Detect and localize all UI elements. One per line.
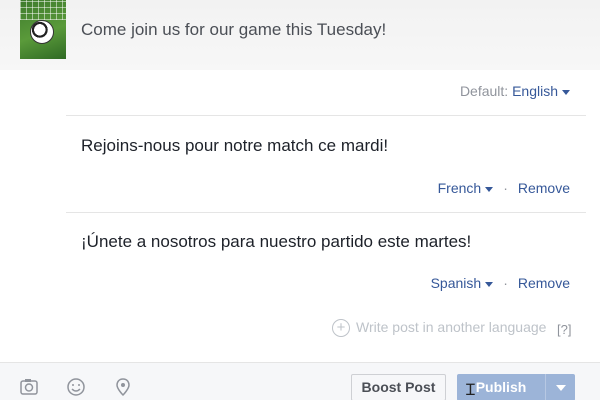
translation-meta-french: French · Remove [438,180,570,196]
translation-text-spanish[interactable]: ¡Únete a nosotros para nuestro partido e… [81,232,471,252]
language-select-label: French [437,180,482,196]
divider [66,212,586,213]
text-cursor-icon: Ɪ [466,380,475,399]
chevron-down-icon [556,385,566,391]
add-language-link[interactable]: + Write post in another language [332,319,547,338]
default-language-select[interactable]: English [512,83,570,99]
composer-footer: Boost Post Publish [0,362,600,400]
default-language-value: English [512,83,558,99]
avatar [20,0,66,59]
remove-translation-button[interactable]: Remove [518,180,570,196]
separator-dot: · [503,275,508,291]
publish-options-dropdown[interactable] [545,374,575,400]
soccer-ball-icon [30,20,54,44]
divider [66,115,586,116]
translation-text-french[interactable]: Rejoins-nous pour notre match ce mardi! [81,136,388,156]
chevron-down-icon [485,186,494,192]
language-select-label: Spanish [430,275,482,291]
camera-icon[interactable] [19,377,39,397]
composer-header: Come join us for our game this Tuesday! [0,0,600,70]
smiley-icon[interactable] [66,377,86,397]
help-link[interactable]: [?] [557,322,571,337]
boost-post-button[interactable]: Boost Post [351,374,446,400]
soccer-net-graphic [20,0,66,20]
default-language-label: Default: [459,83,509,99]
post-text-input[interactable]: Come join us for our game this Tuesday! [81,20,386,40]
language-select-french[interactable]: French [438,180,494,196]
location-pin-icon[interactable] [113,377,133,397]
plus-icon: + [332,319,350,338]
translation-meta-spanish: Spanish · Remove [431,275,570,291]
separator-dot: · [503,180,508,196]
chevron-down-icon [485,281,494,287]
default-language-row: Default: English [460,83,570,99]
add-language-label: Write post in another language [356,319,547,335]
chevron-down-icon [562,89,570,95]
remove-translation-button[interactable]: Remove [518,275,570,291]
language-select-spanish[interactable]: Spanish [431,275,494,291]
